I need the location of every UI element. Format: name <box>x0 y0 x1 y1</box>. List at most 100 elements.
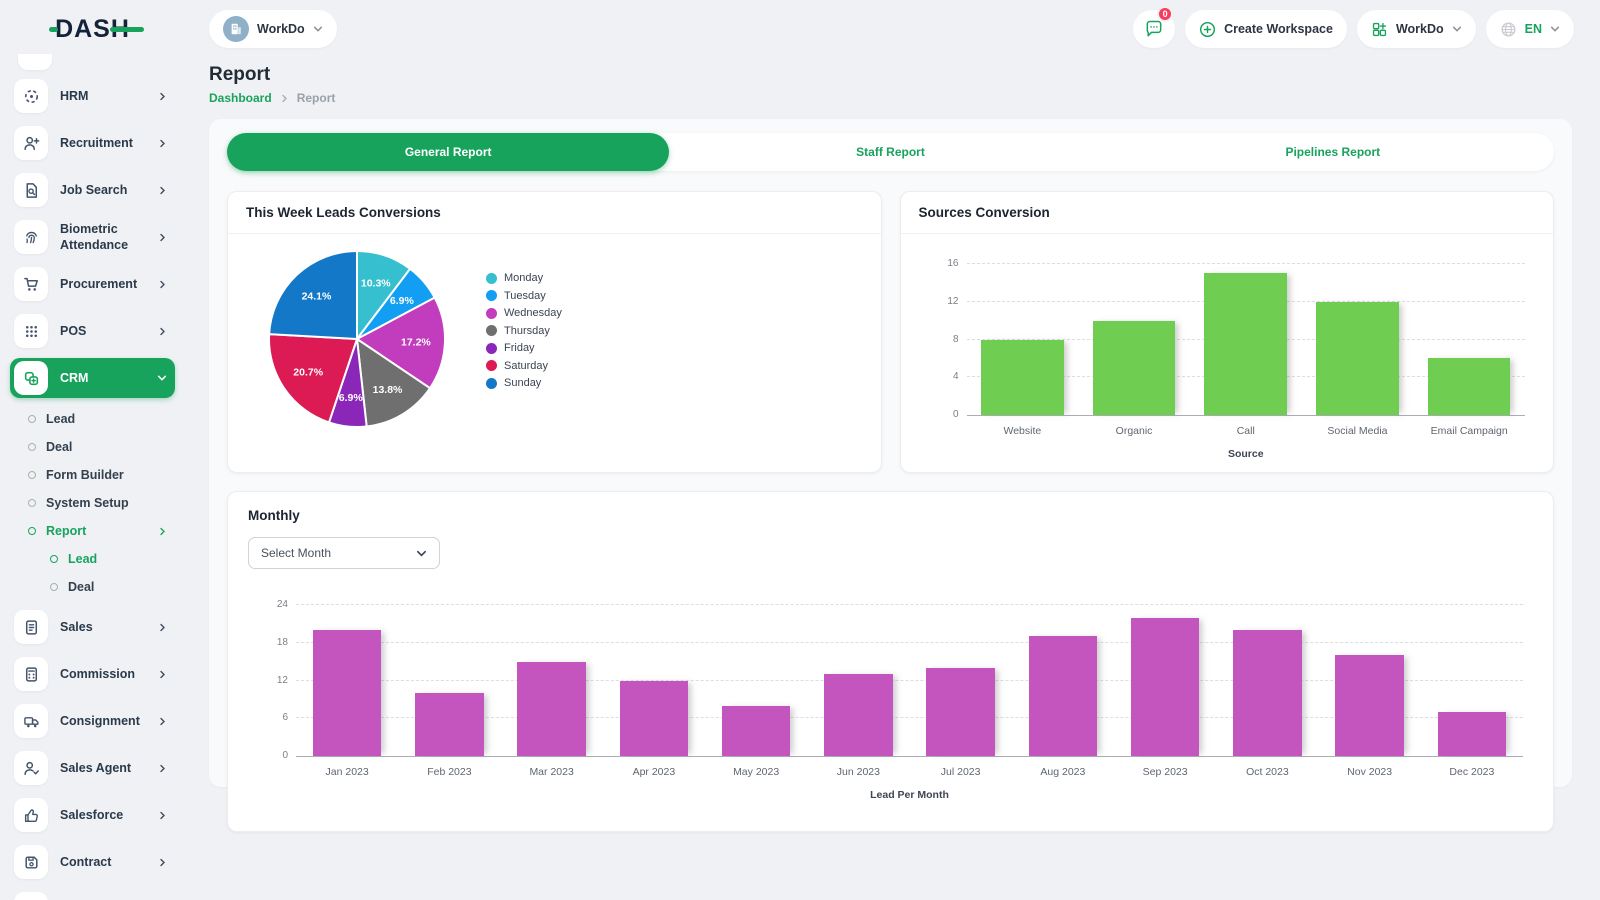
create-workspace-button[interactable]: Create Workspace <box>1185 10 1347 48</box>
breadcrumb: Dashboard Report <box>209 91 1572 105</box>
sidebar-subitem-report-lead[interactable]: Lead <box>10 545 175 573</box>
sidebar-item-sales-agent[interactable]: Sales Agent <box>10 748 175 788</box>
sidebar-item-biometric-attendance[interactable]: Biometric Attendance <box>10 217 175 257</box>
sidebar-item-procurement[interactable]: Procurement <box>10 264 175 304</box>
x-axis-label: Website <box>967 425 1079 437</box>
app-root: DASH WorkDo 0 Create Workspace WorkDo <box>0 0 1600 900</box>
sidebar-item-label: HRM <box>60 88 146 104</box>
sources-chart-wrap: 0481216 WebsiteOrganicCallSocial MediaEm… <box>901 234 1554 474</box>
bar-organic[interactable] <box>1093 321 1176 415</box>
tab-general-report[interactable]: General Report <box>227 133 669 171</box>
tab-staff-report[interactable]: Staff Report <box>669 133 1111 171</box>
bar-social-media[interactable] <box>1316 302 1399 415</box>
crm-icon <box>14 361 48 395</box>
tab-pipelines-report[interactable]: Pipelines Report <box>1112 133 1554 171</box>
sidebar-subitem-lead[interactable]: Lead <box>10 405 175 433</box>
x-axis-label: Jun 2023 <box>807 766 909 778</box>
pie-slice-label: 20.7% <box>293 367 323 379</box>
sidebar-subitem-report-deal[interactable]: Deal <box>10 573 175 601</box>
bar-jun-2023[interactable] <box>824 674 893 756</box>
x-axis-labels: WebsiteOrganicCallSocial MediaEmail Camp… <box>967 425 1526 437</box>
sidebar-item-recruitment[interactable]: Recruitment <box>10 123 175 163</box>
bar-mar-2023[interactable] <box>517 662 586 756</box>
sidebar-item-commission[interactable]: Commission <box>10 654 175 694</box>
bar-jul-2023[interactable] <box>926 668 995 756</box>
thumbs-up-icon <box>14 798 48 832</box>
bar-dec-2023[interactable] <box>1438 712 1507 756</box>
bar-aug-2023[interactable] <box>1029 636 1098 756</box>
logo-accent-bar <box>110 27 144 32</box>
bar-oct-2023[interactable] <box>1233 630 1302 756</box>
sidebar-item-salesforce[interactable]: Salesforce <box>10 795 175 835</box>
sidebar-subitem-report[interactable]: Report <box>10 517 175 545</box>
sidebar-item-indiamart[interactable]: Indiamart <box>10 889 175 900</box>
sidebar-subitem-deal[interactable]: Deal <box>10 433 175 461</box>
language-selector[interactable]: EN <box>1486 10 1574 48</box>
pie-slice-label: 13.8% <box>373 384 403 396</box>
sidebar-item-label: Sales Agent <box>60 760 146 776</box>
select-month-dropdown[interactable]: Select Month <box>248 537 440 569</box>
sidebar-item-crm[interactable]: CRM <box>10 358 175 398</box>
bar-call[interactable] <box>1204 273 1287 415</box>
bar-column <box>398 693 500 756</box>
sidebar-subitem-label: Lead <box>68 552 167 566</box>
legend-item-sunday[interactable]: Sunday <box>486 377 562 389</box>
sidebar-item-label: Consignment <box>60 713 146 729</box>
bar-sep-2023[interactable] <box>1131 618 1200 756</box>
sidebar-item-contract[interactable]: Contract <box>10 842 175 882</box>
chevron-right-icon <box>158 717 167 726</box>
chevron-right-icon <box>158 623 167 632</box>
legend-item-monday[interactable]: Monday <box>486 272 562 284</box>
chevron-right-icon <box>280 94 289 103</box>
bar-email-campaign[interactable] <box>1428 358 1511 415</box>
sidebar-item-consignment[interactable]: Consignment <box>10 701 175 741</box>
bar-website[interactable] <box>981 340 1064 416</box>
sidebar-item-pos[interactable]: POS <box>10 311 175 351</box>
sidebar-item-job-search[interactable]: Job Search <box>10 170 175 210</box>
sidebar-subitem-label: Form Builder <box>46 468 167 482</box>
bar-apr-2023[interactable] <box>620 681 689 757</box>
plot: 06121824 <box>296 589 1523 757</box>
bar-jan-2023[interactable] <box>313 630 382 756</box>
pie-legend: Monday Tuesday Wednesday Thursday Friday Satu… <box>486 272 562 395</box>
legend-item-saturday[interactable]: Saturday <box>486 360 562 372</box>
y-axis-tick: 0 <box>252 750 288 761</box>
x-axis-label: Oct 2023 <box>1216 766 1318 778</box>
sidebar-subitem-form-builder[interactable]: Form Builder <box>10 461 175 489</box>
sidebar-subitem-system-setup[interactable]: System Setup <box>10 489 175 517</box>
x-axis-title: Lead Per Month <box>296 789 1523 801</box>
hrm-icon <box>14 79 48 113</box>
monthly-title: Monthly <box>248 508 1533 523</box>
workdo-menu-button[interactable]: WorkDo <box>1357 10 1476 48</box>
sidebar-item-label: Sales <box>60 619 146 635</box>
sidebar-item-hrm[interactable]: HRM <box>10 76 175 116</box>
chevron-right-icon <box>158 858 167 867</box>
bar-nov-2023[interactable] <box>1335 655 1404 756</box>
week-leads-pie-chart[interactable]: 10.3%6.9%17.2%13.8%6.9%20.7%24.1% <box>266 248 448 430</box>
building-icon <box>229 22 243 36</box>
breadcrumb-dashboard-link[interactable]: Dashboard <box>209 91 272 105</box>
sales-doc-icon <box>14 610 48 644</box>
week-leads-card: This Week Leads Conversions 10.3%6.9%17.… <box>227 191 882 473</box>
calculator-icon <box>14 657 48 691</box>
brand-logo[interactable]: DASH <box>55 15 130 44</box>
x-axis-label: Apr 2023 <box>603 766 705 778</box>
x-axis-label: Organic <box>1078 425 1190 437</box>
x-axis-label: Jan 2023 <box>296 766 398 778</box>
bar-may-2023[interactable] <box>722 706 791 756</box>
workdo-label: WorkDo <box>1396 22 1444 36</box>
messages-button[interactable]: 0 <box>1133 10 1175 48</box>
language-label: EN <box>1525 22 1542 36</box>
workspace-switcher[interactable]: WorkDo <box>209 10 337 48</box>
legend-item-wednesday[interactable]: Wednesday <box>486 307 562 319</box>
list-arrow-icon <box>14 892 48 900</box>
chevron-down-icon <box>1452 24 1462 34</box>
sidebar-subitem-label: Report <box>46 524 148 538</box>
bar-feb-2023[interactable] <box>415 693 484 756</box>
legend-item-tuesday[interactable]: Tuesday <box>486 290 562 302</box>
legend-item-friday[interactable]: Friday <box>486 342 562 354</box>
legend-item-thursday[interactable]: Thursday <box>486 325 562 337</box>
chevron-right-icon <box>158 280 167 289</box>
sidebar-item-sales[interactable]: Sales <box>10 607 175 647</box>
legend-dot-icon <box>486 360 497 371</box>
